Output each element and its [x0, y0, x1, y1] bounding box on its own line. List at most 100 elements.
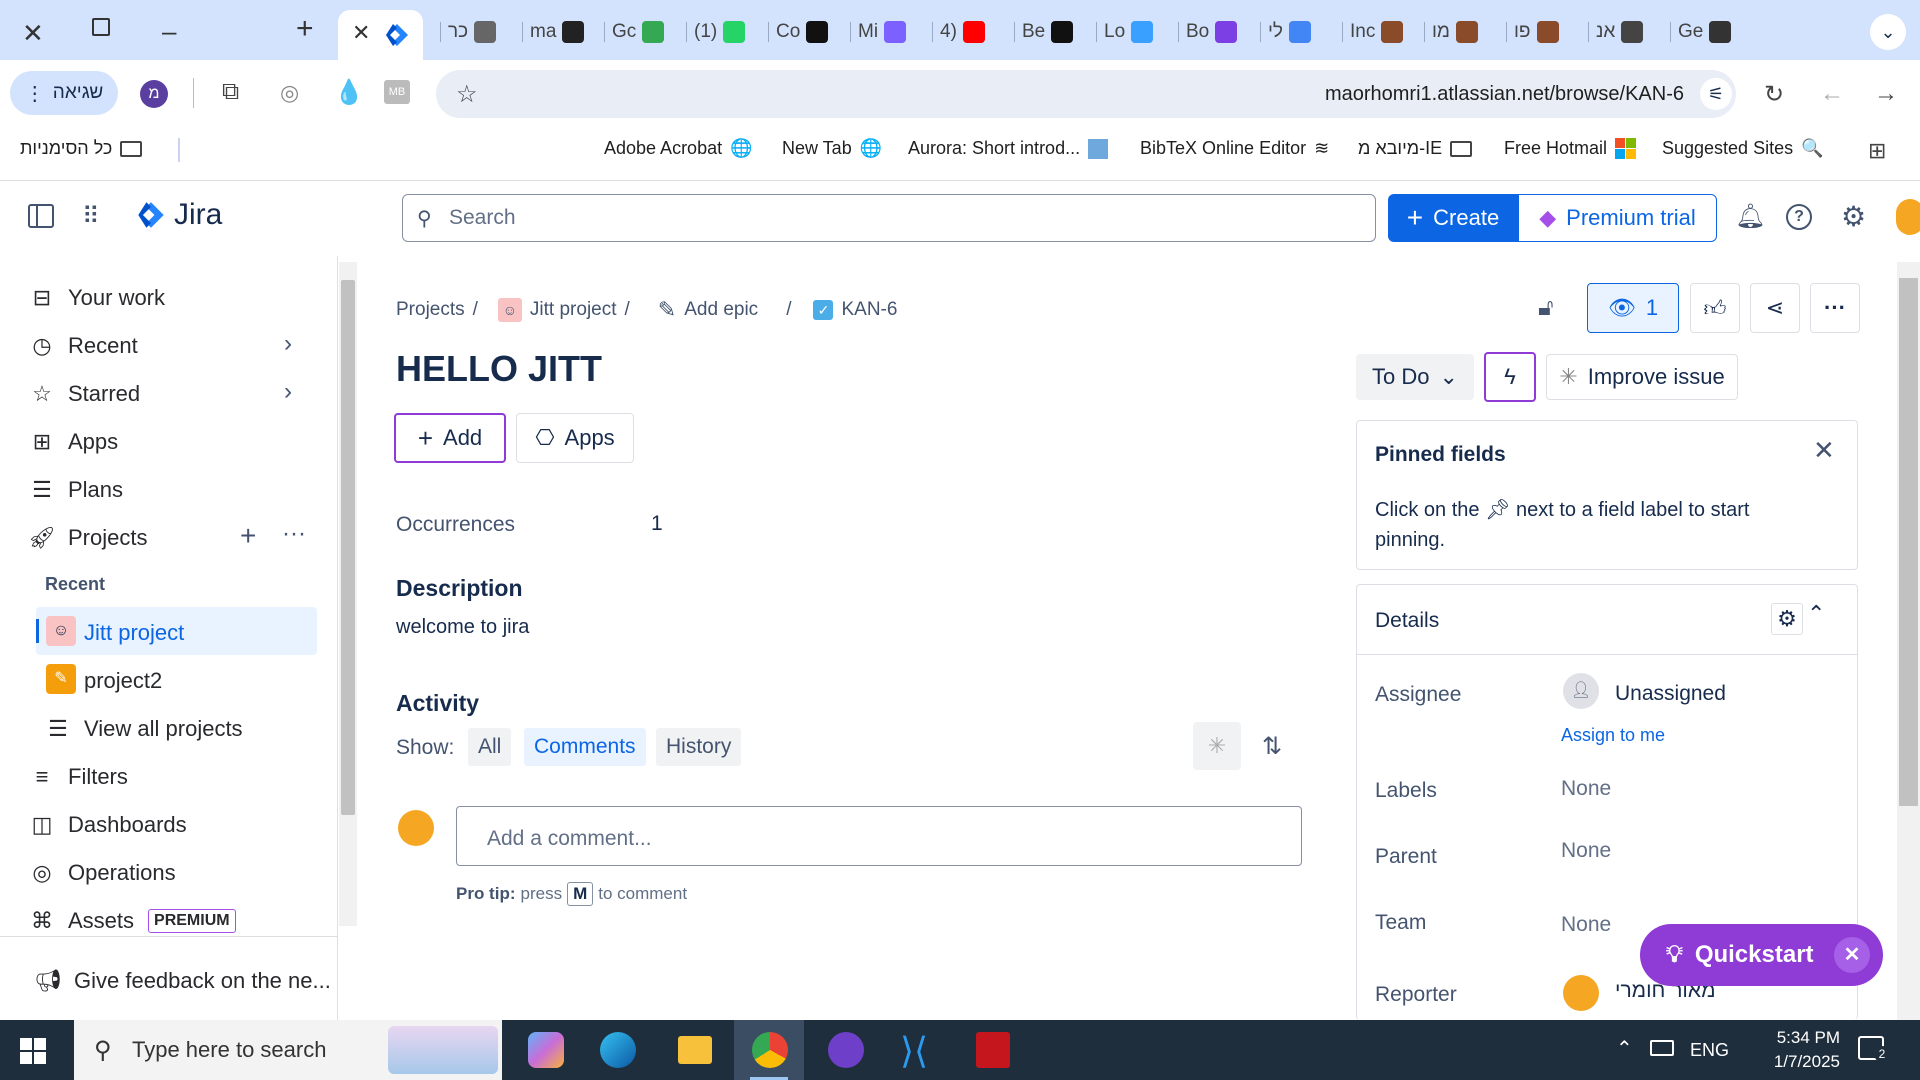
details-header[interactable]: Details ⚙ ⌃ [1357, 585, 1857, 655]
give-feedback[interactable]: 📢︎ Give feedback on the ne... [34, 968, 331, 994]
view-all-projects[interactable]: ☰ View all projects [46, 716, 242, 742]
minimize-window-icon[interactable]: – [162, 16, 176, 47]
browser-tab[interactable]: Lo [1104, 12, 1154, 52]
new-tab-icon[interactable]: + [296, 12, 314, 46]
browser-tab[interactable]: לי [1268, 12, 1312, 52]
tab-search-icon[interactable]: ⌄ [1870, 14, 1906, 50]
browser-tab[interactable]: כר [448, 12, 497, 52]
close-icon[interactable]: ✕ [1813, 435, 1835, 466]
description-text[interactable]: welcome to jira [396, 616, 529, 639]
chevron-right-icon[interactable]: › [284, 330, 292, 358]
battery-icon[interactable] [1650, 1040, 1674, 1056]
sidebar-item-operations[interactable]: ◎ Operations [30, 860, 175, 886]
windows-start-icon[interactable] [20, 1038, 46, 1064]
assignee-value[interactable]: Unassigned [1615, 682, 1726, 706]
sidebar-item-filters[interactable]: ≡ Filters [30, 764, 128, 790]
sidebar-item-projects[interactable]: 🚀︎ Projects [28, 525, 147, 551]
issue-title[interactable]: HELLO JITT [396, 348, 602, 390]
browser-tab[interactable]: Inc [1350, 12, 1404, 52]
tab-history[interactable]: History [656, 728, 742, 766]
more-icon[interactable]: ··· [282, 520, 306, 548]
automation-button[interactable]: ϟ [1484, 352, 1536, 402]
bookmark-newtab[interactable]: New Tab 🌐 [782, 138, 882, 159]
chevron-right-icon[interactable]: › [284, 378, 292, 406]
chrome-taskbar-item[interactable] [734, 1020, 804, 1080]
improve-issue-button[interactable]: ✳ Improve issue [1546, 354, 1738, 400]
browser-tab[interactable]: אנ [1596, 12, 1644, 52]
edge-icon[interactable] [600, 1032, 636, 1068]
close-window-icon[interactable]: ✕ [22, 18, 44, 49]
lock-icon[interactable]: 🔓︎ [1538, 294, 1554, 322]
settings-icon[interactable]: ⚙ [1841, 200, 1866, 233]
chevron-up-icon[interactable]: ⌃ [1616, 1036, 1633, 1061]
tab-comments[interactable]: Comments [524, 728, 646, 766]
sidebar-item-dashboards[interactable]: ◫ Dashboards [30, 812, 187, 838]
vscode-icon[interactable]: ⟩⟨ [900, 1030, 928, 1072]
sidebar-scroll-thumb[interactable] [341, 280, 355, 815]
browser-tab[interactable]: Be [1022, 12, 1074, 52]
browser-tab[interactable]: 4) [940, 12, 985, 52]
copilot-icon[interactable] [528, 1032, 564, 1068]
reload-icon[interactable]: ↻ [1764, 80, 1784, 109]
main-scroll-thumb[interactable] [1899, 278, 1918, 806]
mouse-icon[interactable]: ◎ [280, 80, 299, 106]
back-icon[interactable]: ← [1820, 80, 1844, 108]
browser-tab[interactable]: Co [776, 12, 829, 52]
browser-tab[interactable]: (1) [694, 12, 746, 52]
search-input[interactable]: ⚲ Search [402, 194, 1376, 242]
file-explorer-icon[interactable] [678, 1036, 712, 1064]
labels-value[interactable]: None [1561, 777, 1611, 801]
browser-tab[interactable]: ma [530, 12, 585, 52]
sidebar-toggle-icon[interactable] [28, 204, 54, 228]
active-tab[interactable]: ✕ [338, 10, 423, 60]
sidebar-item-plans[interactable]: ☰ Plans [30, 477, 123, 503]
avatar[interactable] [1896, 199, 1920, 235]
browser-tab[interactable]: פו [1514, 12, 1559, 52]
bookmark-aurora[interactable]: Aurora: Short introd... [908, 138, 1109, 159]
chevron-up-icon[interactable]: ⌃ [1807, 601, 1825, 627]
star-icon[interactable]: ☆ [456, 80, 478, 109]
sidebar-item-starred[interactable]: ☆ Starred [30, 381, 140, 407]
url-text[interactable]: maorhomri1.atlassian.net/browse/KAN-6 [1325, 83, 1684, 106]
forward-icon[interactable]: → [1874, 80, 1898, 108]
assign-to-me-link[interactable]: Assign to me [1561, 725, 1665, 746]
create-button[interactable]: + Create [1388, 194, 1518, 242]
browser-tab[interactable]: Ge [1678, 12, 1732, 52]
taskbar-search-input[interactable]: ⚲ Type here to search [74, 1020, 502, 1080]
browser-tab[interactable]: מו [1432, 12, 1478, 52]
bookmark-suggested[interactable]: Suggested Sites 🔍 [1662, 138, 1824, 159]
status-dropdown[interactable]: To Do ⌄ [1356, 354, 1474, 400]
sidebar-item-apps[interactable]: ⊞ Apps [30, 429, 118, 455]
browser-tab[interactable]: Gc [612, 12, 665, 52]
grid-icon[interactable]: ⊞ [1868, 138, 1886, 164]
occurrences-value[interactable]: 1 [651, 512, 663, 536]
gear-icon[interactable]: ⚙ [1771, 603, 1803, 635]
help-icon[interactable]: ? [1786, 204, 1812, 230]
more-actions-button[interactable]: ··· [1810, 283, 1860, 333]
drop-icon[interactable]: 💧 [334, 78, 364, 107]
sidebar-item-project2[interactable]: ✎ project2 [36, 655, 317, 703]
breadcrumb-add-epic[interactable]: Add epic [684, 299, 758, 321]
mb-extension-icon[interactable]: MB [384, 80, 410, 104]
ai-summary-icon[interactable]: ✳ [1193, 722, 1241, 770]
parent-value[interactable]: None [1561, 839, 1611, 863]
premium-trial-button[interactable]: ◆ Premium trial [1518, 194, 1717, 242]
browser-tab[interactable]: Mi [858, 12, 907, 52]
sidebar-item-assets[interactable]: ⌘ Assets PREMIUM [30, 908, 236, 934]
browser-tab[interactable]: Bo [1186, 12, 1238, 52]
extensions-icon[interactable]: ⧉ [222, 78, 239, 106]
avatar[interactable]: מ [140, 80, 168, 108]
tab-all[interactable]: All [468, 728, 512, 766]
acrobat-icon[interactable] [976, 1032, 1010, 1068]
notifications-icon[interactable]: 🔔︎ [1735, 202, 1765, 231]
sidebar-item-jitt-project[interactable]: ☺ Jitt project [36, 607, 317, 655]
restore-window-icon[interactable] [92, 18, 110, 36]
breadcrumb-issue-key[interactable]: KAN-6 [841, 299, 897, 321]
jira-logo[interactable]: Jira [136, 198, 222, 232]
close-icon[interactable]: ✕ [1834, 937, 1870, 973]
notification-center-icon[interactable]: 2 [1858, 1036, 1890, 1062]
app-switcher-icon[interactable]: ⠿ [82, 202, 100, 231]
bookmark-ie[interactable]: מיובא מ-IE [1358, 138, 1473, 159]
quickstart-button[interactable]: 💡︎ Quickstart ✕ [1640, 924, 1883, 986]
site-settings-icon[interactable]: ⚟ [1700, 78, 1732, 110]
